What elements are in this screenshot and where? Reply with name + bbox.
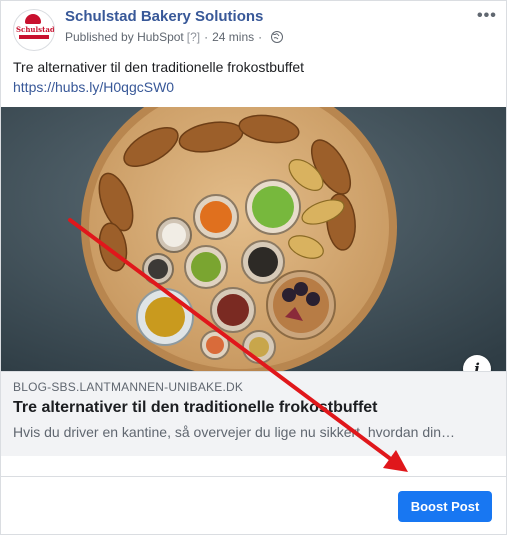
post-text: Tre alternativer til den traditionelle f… (13, 59, 305, 75)
page-name-link[interactable]: Schulstad Bakery Solutions (65, 8, 263, 25)
post-link[interactable]: https://hubs.ly/H0qgcSW0 (13, 79, 174, 95)
post-timestamp[interactable]: 24 mins (212, 30, 254, 44)
action-divider (1, 476, 506, 477)
crest-icon (25, 14, 41, 24)
link-preview[interactable]: BLOG-SBS.LANTMANNEN-UNIBAKE.DK Tre alter… (1, 371, 506, 456)
avatar-logo-text: Schulstad (16, 25, 55, 34)
globe-icon-shape (272, 33, 280, 40)
link-description: Hvis du driver en kantine, så overvejer … (13, 424, 455, 440)
meta-separator: · (204, 30, 209, 44)
globe-icon[interactable] (271, 31, 284, 43)
post-image[interactable] (1, 107, 506, 371)
logo-band (19, 35, 49, 39)
more-options-icon[interactable]: ••• (477, 7, 497, 25)
post-meta: Published by HubSpot [?] · 24 mins · (65, 30, 284, 44)
published-by-label: Published by (65, 30, 134, 44)
page-avatar[interactable]: Schulstad (13, 9, 55, 51)
post-card: Schulstad Schulstad Bakery Solutions Pub… (0, 0, 507, 535)
meta-separator-2: · (258, 30, 263, 44)
food-platter-illustration (1, 107, 506, 371)
publisher-link[interactable]: HubSpot (137, 30, 184, 44)
link-domain: BLOG-SBS.LANTMANNEN-UNIBAKE.DK (13, 380, 244, 394)
link-title[interactable]: Tre alternativer til den traditionelle f… (13, 399, 378, 417)
publisher-help-link[interactable]: [?] (187, 30, 200, 44)
boost-post-button[interactable]: Boost Post (398, 491, 492, 522)
